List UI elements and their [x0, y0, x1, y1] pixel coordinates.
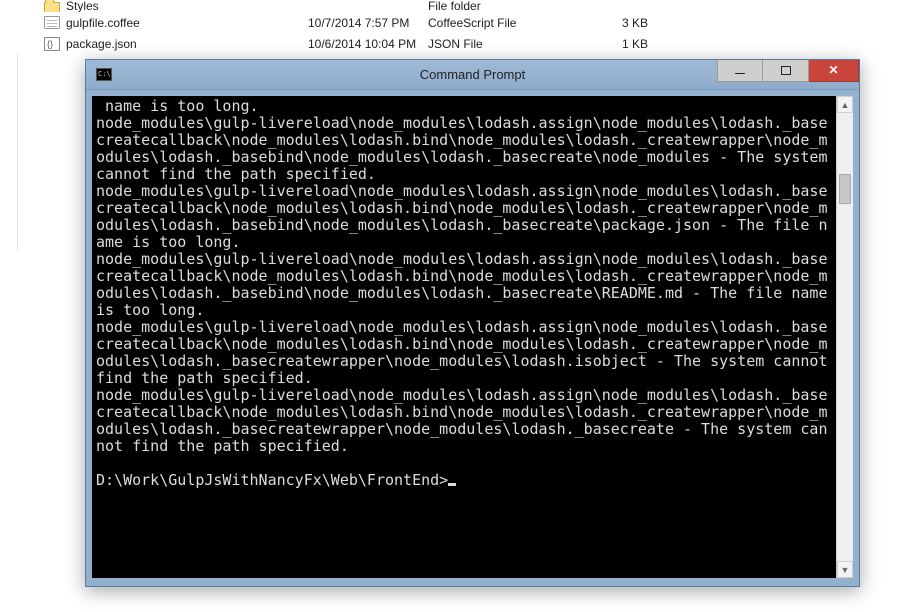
json-file-icon [44, 37, 60, 51]
file-date: 10/7/2014 7:57 PM [308, 16, 428, 30]
file-row[interactable]: package.json 10/6/2014 10:04 PM JSON Fil… [0, 33, 920, 54]
file-row[interactable]: Styles File folder [0, 0, 920, 12]
minimize-button[interactable] [717, 60, 763, 82]
file-date: 10/6/2014 10:04 PM [308, 37, 428, 51]
file-name: Styles [66, 0, 99, 12]
file-name: package.json [66, 37, 137, 51]
file-row[interactable]: gulpfile.coffee 10/7/2014 7:57 PM Coffee… [0, 12, 920, 33]
maximize-button[interactable] [763, 60, 809, 82]
file-type: CoffeeScript File [428, 16, 588, 30]
folder-icon [44, 2, 60, 13]
cmd-app-icon [96, 68, 112, 81]
file-name: gulpfile.coffee [66, 16, 140, 30]
scroll-up-button[interactable]: ▲ [837, 96, 853, 113]
console-output[interactable]: name is too long. node_modules\gulp-live… [92, 96, 836, 578]
file-type: JSON File [428, 37, 588, 51]
vertical-scrollbar[interactable]: ▲ ▼ [836, 96, 853, 578]
cursor [448, 483, 456, 486]
console-viewport: name is too long. node_modules\gulp-live… [92, 96, 853, 578]
file-type: File folder [428, 0, 588, 12]
file-size: 3 KB [588, 16, 648, 30]
scroll-down-button[interactable]: ▼ [837, 561, 853, 578]
scrollbar-thumb[interactable] [839, 174, 851, 204]
file-icon [44, 16, 60, 29]
explorer-file-list: Styles File folder gulpfile.coffee 10/7/… [0, 0, 920, 54]
command-prompt-window[interactable]: Command Prompt ✕ name is too long. node_… [85, 59, 860, 587]
close-button[interactable]: ✕ [809, 60, 859, 82]
titlebar[interactable]: Command Prompt ✕ [86, 60, 859, 90]
file-size: 1 KB [588, 37, 648, 51]
